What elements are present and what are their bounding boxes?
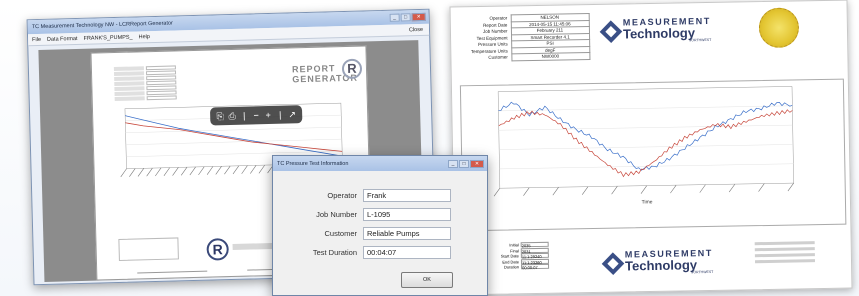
preview-footer-r-logo: R: [206, 238, 229, 261]
signature-line: [137, 270, 208, 274]
x-tick-label: [180, 166, 188, 176]
x-tick-label: [215, 166, 222, 175]
report-info-table: Operator NELSON Report Date 2014-05-15 11:…: [459, 13, 590, 62]
report-footer-text: [754, 241, 816, 266]
x-tick-label: [728, 183, 736, 193]
maximize-button[interactable]: □: [400, 13, 411, 22]
export-icon[interactable]: ↗: [287, 109, 298, 120]
toolbar-separator: |: [278, 109, 282, 120]
job-number-field[interactable]: L-1095: [363, 207, 451, 221]
dialog-titlebar[interactable]: TC Pressure Test Information _ □ ✕: [273, 156, 487, 171]
preview-footer-text: [232, 242, 273, 251]
minimize-button[interactable]: _: [389, 13, 400, 22]
x-tick-label: [258, 164, 265, 174]
zoom-out-icon[interactable]: −: [251, 110, 262, 121]
test-duration-label: Test Duration: [312, 247, 357, 257]
x-tick-label: [758, 183, 765, 192]
ok-button[interactable]: OK: [401, 272, 453, 288]
pressure-report-page: Operator NELSON Report Date 2014-05-15 11:…: [449, 0, 853, 296]
x-tick-label: [206, 166, 214, 175]
test-duration-row: Test Duration 00:04:07: [273, 244, 489, 260]
x-tick-label: [137, 168, 145, 177]
x-tick-label: [493, 188, 501, 197]
info-value: NW0000: [511, 52, 590, 61]
job-number-row: Job Number L-1095: [273, 206, 489, 222]
operator-field[interactable]: Frank: [363, 188, 451, 202]
pressure-test-info-dialog: TC Pressure Test Information _ □ ✕ Opera…: [272, 155, 488, 296]
report-footer-table: Initial 2035 Final 2031 Start Date 11:1:292…: [489, 241, 550, 271]
x-tick-label: [552, 187, 559, 196]
footer-logo: MEASUREMENT Technology NORTHWEST: [601, 248, 714, 276]
grid-line: [499, 144, 794, 150]
customer-row: Customer Reliable Pumps: [273, 225, 489, 241]
footer-value: 00:00:07: [521, 263, 550, 270]
test-duration-field[interactable]: 00:04:07: [363, 245, 451, 259]
job-number-label: Job Number: [316, 209, 357, 219]
logo-diamond-icon: [599, 20, 623, 43]
grid-line: [125, 138, 342, 146]
x-tick-label: [120, 168, 127, 178]
toolbar-separator: |: [242, 110, 246, 121]
measurement-technology-logo: MEASUREMENT Technology NORTHWEST: [599, 16, 712, 44]
x-tick-label: [163, 167, 170, 176]
grid-line: [125, 126, 342, 134]
menu-profile[interactable]: FRANK'S_PUMPS_: [83, 34, 132, 41]
grid-line: [498, 124, 793, 131]
dialog-body: Operator Frank Job Number L-1095 Custome…: [273, 171, 487, 296]
preview-footer-table: [118, 237, 179, 261]
print-icon[interactable]: ⎙: [227, 110, 238, 121]
certification-seal-icon: [758, 7, 800, 49]
zoom-in-icon[interactable]: +: [263, 109, 274, 120]
operator-row: Operator Frank: [273, 187, 489, 203]
table-row: Duration 00:00:07: [489, 263, 550, 270]
x-tick-label: [670, 184, 677, 194]
pressure-temperature-chart: Time: [459, 78, 847, 232]
menu-file[interactable]: File: [32, 36, 41, 42]
close-link[interactable]: Close: [409, 26, 423, 32]
maximize-button[interactable]: □: [459, 159, 469, 168]
plot-frame: [497, 86, 794, 189]
x-tick-label: [523, 187, 530, 196]
x-tick-label: [155, 167, 162, 177]
composite-screenshot: TC Measurement Technology NW - LCRReport…: [0, 0, 859, 296]
series-line-1: [498, 101, 793, 171]
x-tick-label: [640, 185, 648, 194]
x-tick-label: [232, 165, 240, 175]
x-tick-label: [611, 185, 618, 195]
x-tick-label: [129, 168, 136, 177]
table-row: Customer NW0000: [459, 52, 590, 62]
info-label: Customer: [488, 54, 508, 61]
x-tick-label: [224, 165, 231, 175]
x-tick-label: [146, 167, 153, 177]
close-icon[interactable]: ✕: [470, 159, 484, 168]
preview-info-table: [113, 65, 185, 102]
dialog-title: TC Pressure Test Information: [277, 160, 349, 167]
footer-logo-diamond-icon: [601, 252, 625, 275]
close-icon[interactable]: ✕: [411, 12, 426, 22]
viewer-toolbar: ⎘ ⎙ | − + | ↗: [209, 105, 303, 126]
customer-label: Customer: [324, 228, 357, 238]
x-tick-label: [699, 184, 706, 193]
x-tick-label: [198, 166, 205, 176]
save-icon[interactable]: ⎘: [215, 111, 226, 122]
x-tick-label: [172, 167, 179, 176]
x-tick-label: [241, 165, 248, 174]
menu-data-format[interactable]: Data Format: [47, 35, 78, 42]
x-tick-label: [250, 165, 257, 174]
x-axis-label: Time: [642, 199, 653, 205]
menu-help[interactable]: Help: [139, 34, 150, 40]
x-tick-label: [189, 166, 196, 176]
operator-label: Operator: [327, 190, 357, 200]
customer-field[interactable]: Reliable Pumps: [363, 226, 451, 240]
footer-label: Duration: [503, 264, 520, 270]
x-tick-label: [787, 182, 794, 192]
minimize-button[interactable]: _: [448, 159, 458, 168]
x-tick-label: [581, 186, 589, 195]
